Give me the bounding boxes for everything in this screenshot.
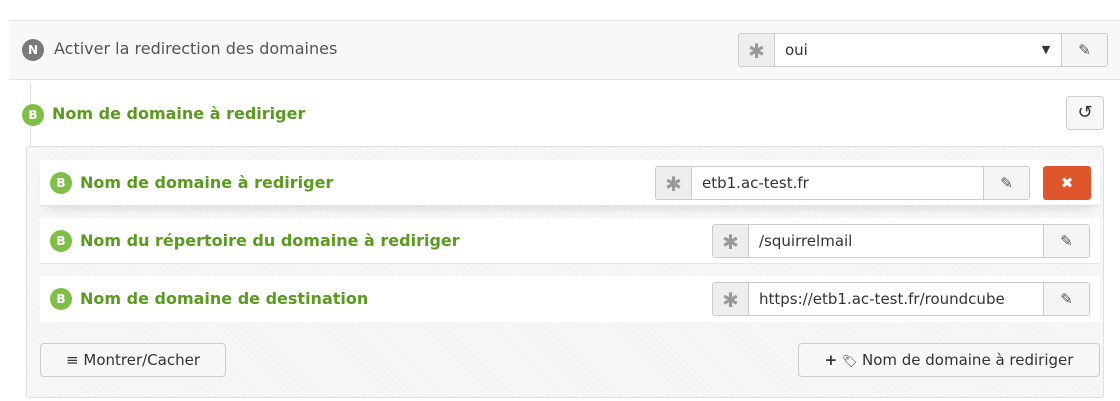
input-value: /squirrelmail <box>759 232 853 250</box>
close-icon: ✖ <box>1060 174 1074 192</box>
delete-button[interactable]: ✖ <box>1043 166 1091 200</box>
destination-input[interactable]: ✱ https://etb1.ac-test.fr/roundcube ✎ <box>712 282 1090 316</box>
mode-badge: B <box>50 230 72 252</box>
required-icon: ✱ <box>739 34 775 66</box>
reset-icon: ↺ <box>1077 102 1093 123</box>
setting-label: Activer la redirection des domaines <box>54 39 338 58</box>
edit-icon[interactable]: ✎ <box>1043 283 1089 315</box>
domain-input[interactable]: ✱ etb1.ac-test.fr ✎ <box>655 166 1030 200</box>
row-label: Nom du répertoire du domaine à rediriger <box>80 231 460 250</box>
row-label: Nom de domaine de destination <box>80 289 369 308</box>
mode-badge: B <box>50 288 72 310</box>
button-label: Nom de domaine à rediriger <box>861 351 1074 369</box>
required-icon: ✱ <box>713 283 749 315</box>
required-icon: ✱ <box>713 225 749 257</box>
row-label: Nom de domaine à rediriger <box>80 173 334 192</box>
mode-badge: B <box>50 172 72 194</box>
edit-icon[interactable]: ✎ <box>983 167 1029 199</box>
select-value: oui <box>785 41 808 59</box>
show-hide-button[interactable]: ≡ Montrer/Cacher <box>40 343 226 377</box>
table-row: B Nom du répertoire du domaine à redirig… <box>40 218 1100 264</box>
required-icon: ✱ <box>656 167 692 199</box>
group-title: Nom de domaine à rediriger <box>52 104 306 123</box>
menu-icon: ≡ <box>66 351 79 369</box>
mode-badge: N <box>22 39 44 61</box>
input-value: https://etb1.ac-test.fr/roundcube <box>759 290 1005 308</box>
chevron-down-icon[interactable]: ▼ <box>1031 34 1061 66</box>
edit-icon[interactable]: ✎ <box>1061 34 1107 66</box>
reset-button[interactable]: ↺ <box>1066 96 1104 130</box>
add-domain-button[interactable]: + 🏷 Nom de domaine à rediriger <box>798 343 1100 377</box>
table-row: B Nom de domaine à rediriger ✱ etb1.ac-t… <box>40 160 1100 206</box>
mode-badge: B <box>22 104 44 126</box>
setting-row-redirect: N Activer la redirection des domaines ✱ … <box>10 20 1120 80</box>
directory-input[interactable]: ✱ /squirrelmail ✎ <box>712 224 1090 258</box>
plus-icon: + <box>824 351 838 369</box>
button-label: Montrer/Cacher <box>83 351 200 369</box>
input-value: etb1.ac-test.fr <box>702 174 809 192</box>
redirect-select[interactable]: ✱ oui ▼ ✎ <box>738 33 1108 67</box>
tag-icon: 🏷 <box>841 354 858 368</box>
edit-icon[interactable]: ✎ <box>1043 225 1089 257</box>
table-row: B Nom de domaine de destination ✱ https:… <box>40 276 1100 322</box>
